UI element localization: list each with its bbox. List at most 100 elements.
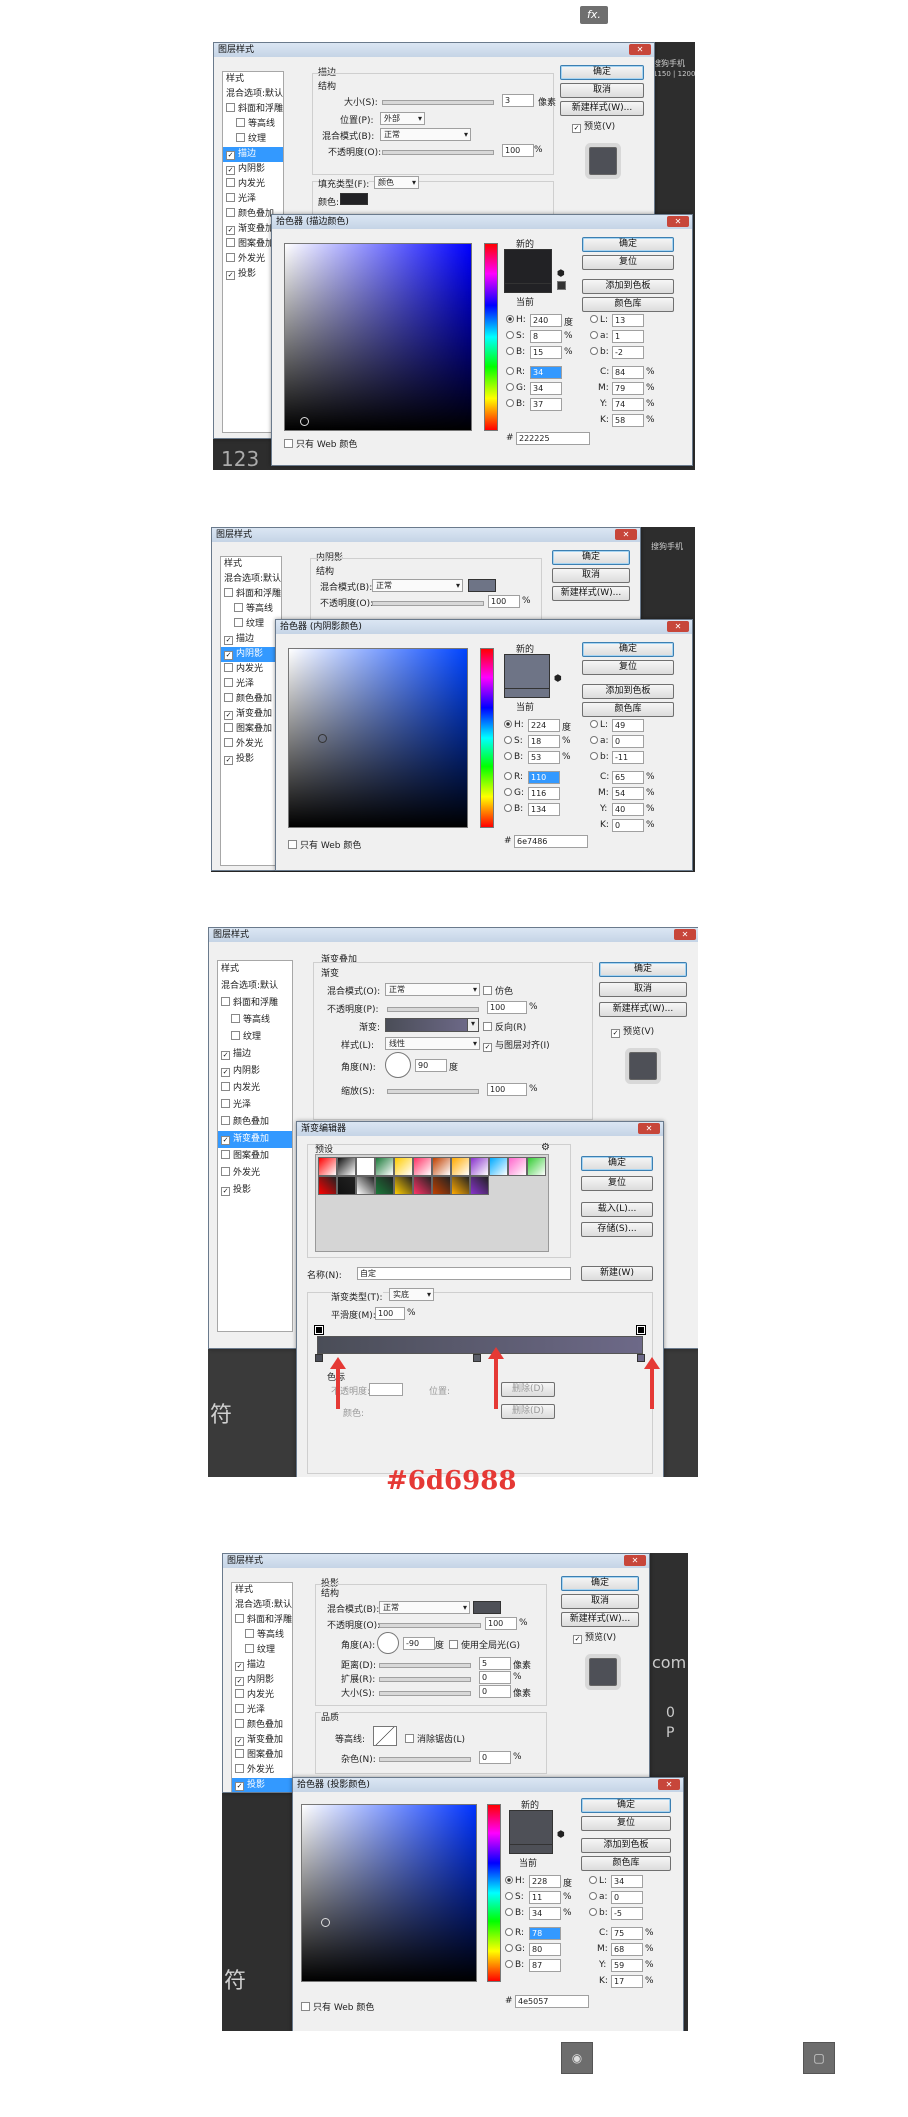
preview-checkbox[interactable]: 预览(V) bbox=[611, 1024, 654, 1038]
stroke-color-swatch[interactable] bbox=[340, 193, 368, 205]
sv-cursor[interactable] bbox=[321, 1918, 330, 1927]
hue-field[interactable]: 240 bbox=[530, 314, 562, 327]
preview-checkbox[interactable]: 预览(V) bbox=[573, 1630, 616, 1644]
bri-radio[interactable]: B: bbox=[504, 752, 523, 762]
scale-slider[interactable] bbox=[387, 1089, 479, 1094]
size-field[interactable]: 0 bbox=[479, 1685, 511, 1698]
shadow-color-swatch[interactable] bbox=[473, 1601, 501, 1614]
sat-field[interactable]: 18 bbox=[528, 735, 560, 748]
delete-button[interactable]: 删除(D) bbox=[501, 1404, 555, 1419]
blue-field[interactable]: 134 bbox=[528, 803, 560, 816]
cancel-button[interactable]: 取消 bbox=[599, 982, 687, 997]
y-field[interactable]: 59 bbox=[611, 1959, 643, 1972]
k-field[interactable]: 17 bbox=[611, 1975, 643, 1988]
sat-radio[interactable]: S: bbox=[504, 736, 523, 746]
ok-button[interactable]: 确定 bbox=[581, 1156, 653, 1171]
list-item[interactable]: 纹理 bbox=[223, 132, 283, 147]
list-item[interactable]: 斜面和浮雕 bbox=[221, 587, 281, 602]
l-field[interactable]: 13 bbox=[612, 314, 644, 327]
hex-field[interactable]: 222225 bbox=[516, 432, 590, 445]
blue-radio[interactable]: B: bbox=[504, 804, 523, 814]
web-color-icon[interactable] bbox=[557, 281, 566, 290]
color-libraries-button[interactable]: 颜色库 bbox=[581, 1856, 671, 1871]
opacity-slider[interactable] bbox=[382, 150, 494, 155]
web-only-checkbox[interactable]: 只有 Web 颜色 bbox=[301, 2000, 374, 2013]
saturation-value-field[interactable] bbox=[301, 1804, 477, 1982]
a-field[interactable]: 0 bbox=[611, 1891, 643, 1904]
list-item[interactable]: 样式 bbox=[221, 557, 281, 572]
gradient-preset[interactable] bbox=[508, 1157, 527, 1176]
opacity-slider[interactable] bbox=[379, 1623, 481, 1628]
list-item[interactable]: 斜面和浮雕 bbox=[223, 102, 283, 117]
red-field[interactable]: 34 bbox=[530, 366, 562, 379]
distance-slider[interactable] bbox=[379, 1663, 471, 1668]
save-button[interactable]: 存储(S)... bbox=[581, 1222, 653, 1237]
list-item[interactable]: 等高线 bbox=[232, 1628, 292, 1643]
hue-slider[interactable] bbox=[480, 648, 494, 828]
color-stop[interactable] bbox=[315, 1354, 323, 1362]
gradient-preset[interactable] bbox=[489, 1157, 508, 1176]
blend-select[interactable]: 正常 bbox=[380, 128, 471, 141]
m-field[interactable]: 79 bbox=[612, 382, 644, 395]
eye-icon[interactable]: ◉ bbox=[561, 2042, 593, 2074]
list-item[interactable]: 斜面和浮雕 bbox=[218, 995, 292, 1012]
ok-button[interactable]: 确定 bbox=[561, 1576, 639, 1591]
new-button[interactable]: 新建(W) bbox=[581, 1266, 653, 1281]
fx-button[interactable]: fx. bbox=[580, 6, 608, 24]
color-stop[interactable] bbox=[473, 1354, 481, 1362]
list-item[interactable]: 外发光 bbox=[221, 737, 281, 752]
list-item[interactable]: 投影 bbox=[232, 1778, 292, 1792]
gradient-preset[interactable] bbox=[470, 1176, 489, 1195]
size-field[interactable]: 3 bbox=[502, 94, 534, 107]
l-field[interactable]: 34 bbox=[611, 1875, 643, 1888]
distance-field[interactable]: 5 bbox=[479, 1657, 511, 1670]
reset-button[interactable]: 复位 bbox=[581, 1816, 671, 1831]
l-radio[interactable]: L: bbox=[589, 1876, 607, 1886]
opacity-stop[interactable] bbox=[315, 1326, 323, 1334]
gradient-preset[interactable] bbox=[413, 1157, 432, 1176]
gradient-preset[interactable] bbox=[356, 1157, 375, 1176]
opacity-field[interactable]: 100 bbox=[485, 1617, 517, 1630]
spread-field[interactable]: 0 bbox=[479, 1671, 511, 1684]
list-item[interactable]: 描边 bbox=[221, 632, 281, 647]
gradient-bar[interactable] bbox=[317, 1336, 643, 1354]
b-field[interactable]: -5 bbox=[611, 1907, 643, 1920]
angle-field[interactable]: -90 bbox=[403, 1637, 435, 1650]
blue-radio[interactable]: B: bbox=[506, 399, 525, 409]
cancel-button[interactable]: 取消 bbox=[560, 83, 644, 98]
blue-field[interactable]: 37 bbox=[530, 398, 562, 411]
ok-button[interactable]: 确定 bbox=[581, 1798, 671, 1813]
k-field[interactable]: 58 bbox=[612, 414, 644, 427]
web-only-checkbox[interactable]: 只有 Web 颜色 bbox=[288, 838, 361, 851]
opacity-slider[interactable] bbox=[372, 601, 484, 606]
list-item[interactable]: 光泽 bbox=[218, 1097, 292, 1114]
list-item[interactable]: 混合选项:默认 bbox=[223, 87, 283, 102]
gradient-preview[interactable] bbox=[385, 1018, 469, 1032]
reset-button[interactable]: 复位 bbox=[582, 660, 674, 675]
bri-field[interactable]: 34 bbox=[529, 1907, 561, 1920]
hue-radio[interactable]: H: bbox=[504, 720, 524, 730]
delete-button[interactable]: 删除(D) bbox=[501, 1382, 555, 1397]
list-item[interactable]: 样式 bbox=[218, 961, 292, 978]
a-radio[interactable]: a: bbox=[589, 1892, 608, 1902]
opacity-field[interactable]: 100 bbox=[487, 1001, 527, 1014]
ok-button[interactable]: 确定 bbox=[582, 237, 674, 252]
close-icon[interactable]: ✕ bbox=[624, 1555, 646, 1566]
dither-checkbox[interactable]: 仿色 bbox=[483, 984, 513, 997]
list-item[interactable]: 渐变叠加 bbox=[218, 1131, 292, 1148]
reset-button[interactable]: 复位 bbox=[581, 1176, 653, 1191]
cancel-button[interactable]: 取消 bbox=[552, 568, 630, 583]
list-item[interactable]: 描边 bbox=[223, 147, 283, 162]
list-item[interactable]: 描边 bbox=[232, 1658, 292, 1673]
square-icon[interactable]: ▢ bbox=[803, 2042, 835, 2074]
hue-slider[interactable] bbox=[487, 1804, 501, 1982]
list-item[interactable]: 光泽 bbox=[221, 677, 281, 692]
list-item[interactable]: 混合选项:默认 bbox=[221, 572, 281, 587]
list-item[interactable]: 外发光 bbox=[218, 1165, 292, 1182]
opacity-slider[interactable] bbox=[387, 1007, 479, 1012]
stop-opacity-field[interactable] bbox=[369, 1383, 403, 1396]
reset-button[interactable]: 复位 bbox=[582, 255, 674, 270]
cube-icon[interactable]: ⬢ bbox=[557, 1830, 565, 1840]
new-style-button[interactable]: 新建样式(W)... bbox=[552, 586, 630, 601]
red-field[interactable]: 78 bbox=[529, 1927, 561, 1940]
